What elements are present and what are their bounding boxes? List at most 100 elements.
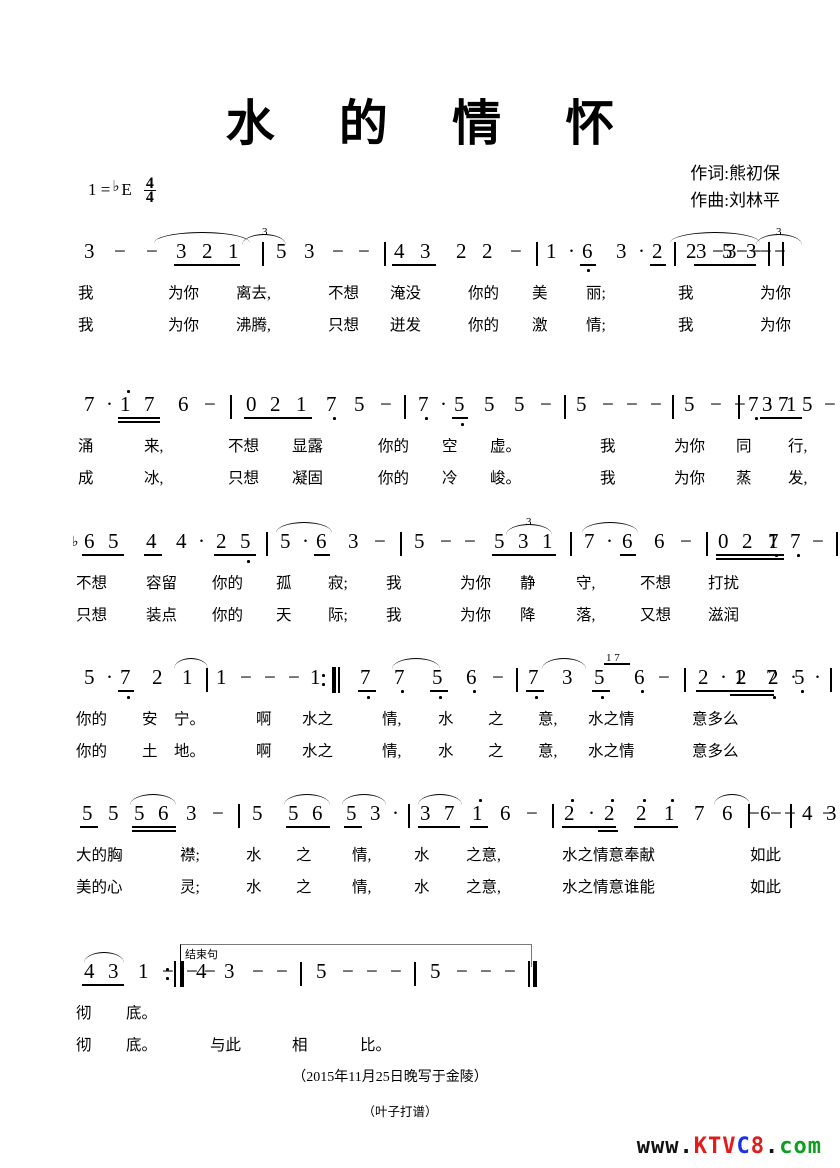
beam xyxy=(430,690,448,692)
beam xyxy=(144,554,162,556)
lyrics-row-1: 不想 容留 你的孤寂; 我为你静 守, 不想 打扰 xyxy=(76,575,740,592)
triplet-marker: 3 xyxy=(776,226,782,238)
watermark-c: C xyxy=(736,1134,751,1159)
lyrics-row-2: 彻底。 与此相比。 xyxy=(76,1037,392,1054)
beam xyxy=(620,554,636,556)
composition-date-note: （2015年11月25日晚写于金陵） xyxy=(292,1070,488,1085)
beam xyxy=(452,417,468,419)
beam xyxy=(314,554,330,556)
music-system-4-tail: 1 7 5 · xyxy=(732,666,832,706)
lyrics-row-2: 美的心 灵; 水之情, 水之意, 水之情意谁能 如此 xyxy=(76,879,782,896)
lyrics-row-2: 我为你 沸腾, 只想 迸发 你的激情; 我为你 xyxy=(78,317,792,334)
lyrics-row-2: 成冰, 只想 凝固 你的冷峻。 我为你蒸发, xyxy=(78,470,808,487)
octave-dot-low xyxy=(775,554,778,557)
music-system-5-end: −− xyxy=(822,801,834,825)
page-title: 水 的 情 怀 xyxy=(225,96,641,151)
do-label: 1 = xyxy=(88,179,111,199)
beam xyxy=(732,690,774,692)
octave-dot-low xyxy=(535,696,538,699)
music-system-2-tail: 7 · 7 5− xyxy=(738,393,836,433)
key-letter: E xyxy=(121,179,132,199)
triplet-marker: 3 xyxy=(262,226,268,238)
lyrics-row-1: 大的胸 襟; 水之情, 水之意, 水之情意奉献 如此 xyxy=(76,847,782,864)
octave-dot-high xyxy=(643,799,646,802)
beam xyxy=(118,690,134,692)
music-system-2: 7· 1 7 6− 021 7 5− 7 · 5 5 5− 5−−− 5−− 3… xyxy=(70,390,808,495)
octave-dot-low xyxy=(473,690,476,693)
beam xyxy=(214,554,256,556)
beam xyxy=(286,826,330,828)
beam xyxy=(358,690,376,692)
beam xyxy=(118,421,160,423)
flat-accidental: ♭ xyxy=(72,535,79,550)
music-system-6: 结束句 43 1− − − 4 3− − 5− − − 5− − − 彻底。 彻底。 与此相比。 xyxy=(70,938,770,1062)
beam xyxy=(776,417,792,419)
octave-dot-high xyxy=(611,799,614,802)
octave-dot-low xyxy=(797,554,800,557)
beam xyxy=(492,554,556,556)
notation-row: 5 5 56 3− 5 56 5 3 · 37 1 6− 2 · 2 2 1 7 … xyxy=(70,794,796,842)
beam xyxy=(694,264,756,266)
grace-beam xyxy=(604,663,630,665)
octave-dot-high xyxy=(671,799,674,802)
watermark-com: com xyxy=(779,1134,822,1159)
music-system-3: ♭ 65 4 4 · 25 5 · 6 3− 5− − 3 531 7 · 6 6− 021… xyxy=(70,516,784,632)
composer-credit: 作曲:刘林平 xyxy=(690,191,780,210)
octave-dot-low xyxy=(401,690,404,693)
lyrics-row-1: 涌来, 不想 显露 你的空虚。 我为你同行, xyxy=(78,438,808,455)
notation-row: 43 1− − − 4 3− − 5− − − 5− − − xyxy=(70,952,770,1000)
triplet-marker: 3 xyxy=(526,516,532,528)
octave-dot-low xyxy=(461,423,464,426)
notation-row: 7· 1 7 6− 021 7 5− 7 · 5 5 5− 5−−− 5−− 3… xyxy=(70,390,802,433)
octave-dot-high xyxy=(571,799,574,802)
beam xyxy=(118,417,160,419)
beam xyxy=(592,690,610,692)
beam xyxy=(470,826,488,828)
watermark-dot: . xyxy=(765,1134,780,1159)
lyricist-credit: 作词:熊初保 xyxy=(690,164,780,183)
octave-dot-low xyxy=(773,696,776,699)
beam xyxy=(344,826,362,828)
beam xyxy=(732,694,774,696)
watermark-www: www. xyxy=(636,1134,694,1159)
octave-dot-high xyxy=(479,799,482,802)
watermark-ktv: KTV xyxy=(693,1134,737,1159)
octave-dot-low xyxy=(333,417,336,420)
beam xyxy=(562,826,616,828)
beam xyxy=(174,264,240,266)
watermark-8: 8 xyxy=(750,1134,765,1159)
octave-dot-low xyxy=(755,417,758,420)
key-signature: 1 = ♭ E 4 4 xyxy=(88,176,156,206)
lyrics-row-2: 你的土地。 啊水之 情, 水之意, 水之情 意多么 xyxy=(76,743,739,760)
music-system-1-triplet: 353 xyxy=(694,240,820,280)
beam xyxy=(392,264,436,266)
beam xyxy=(634,826,678,828)
notation-row: ♭ 65 4 4 · 25 5 · 6 3− 5− − 3 531 7 · 6 6− 021 xyxy=(70,516,784,570)
octave-dot-low xyxy=(247,560,250,563)
octave-dot-low xyxy=(425,417,428,420)
octave-dot-low xyxy=(587,269,590,272)
lyrics-row-1: 我为你 离去, 不想 淹没 你的美丽; 我为你 xyxy=(78,285,792,302)
site-watermark: www.KTVC8.com xyxy=(637,1134,822,1159)
beam xyxy=(418,826,460,828)
beam xyxy=(82,984,124,986)
beam xyxy=(244,417,312,419)
flat-sign: ♭ xyxy=(112,179,120,195)
time-signature: 4 4 xyxy=(143,176,156,206)
beam xyxy=(132,830,176,832)
engraver-note: （叶子打谱） xyxy=(362,1105,438,1119)
octave-dot-low xyxy=(641,690,644,693)
beam xyxy=(598,830,618,832)
music-system-5: 5 5 56 3− 5 56 5 3 · 37 1 6− 2 · 2 2 1 7 … xyxy=(70,794,796,904)
notation-row: 5 · 7 2 1 1− − − 1 7 7 5 6 − 7 3 5 1 7 6 − … xyxy=(70,652,797,706)
beam xyxy=(80,826,98,828)
credits-block: 作词:熊初保 作曲:刘林平 xyxy=(690,160,780,214)
beam xyxy=(526,690,544,692)
lyrics-row-1: 你的安宁。 啊水之 情, 水之意, 水之情 意多么 xyxy=(76,711,739,728)
music-system-3-tail: 7 7 − xyxy=(768,530,838,570)
octave-dot-low xyxy=(439,696,442,699)
octave-dot-low xyxy=(801,690,804,693)
octave-dot-high xyxy=(127,390,130,393)
lyrics-row-2: 只想 装点 你的天际; 我为你降 落, 又想 滋润 xyxy=(76,607,740,624)
octave-dot-low xyxy=(367,696,370,699)
